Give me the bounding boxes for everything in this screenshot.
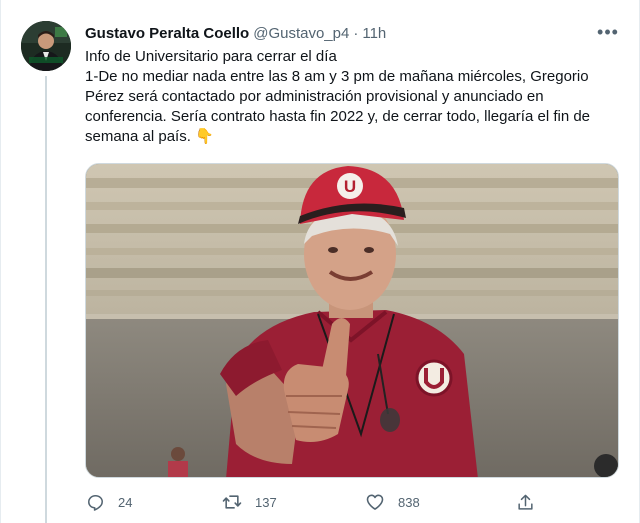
tweet-card[interactable]: Gustavo Peralta Coello @Gustavo_p4 · 11h… (0, 0, 640, 523)
author-avatar[interactable] (21, 21, 71, 71)
reply-count: 24 (118, 494, 133, 510)
tweet-text-paragraph: 1-De no mediar nada entre las 8 am y 3 p… (85, 68, 591, 145)
like-button[interactable]: 838 (365, 490, 420, 514)
pointing-down-emoji: 👇 (195, 128, 214, 145)
more-options-button[interactable]: ••• (593, 20, 623, 44)
reply-icon (85, 492, 105, 512)
tweet-header: Gustavo Peralta Coello @Gustavo_p4 · 11h (85, 23, 386, 43)
tweet-timestamp[interactable]: 11h (362, 25, 386, 42)
separator-dot: · (353, 24, 359, 42)
like-count: 838 (398, 494, 420, 510)
share-button[interactable] (515, 490, 535, 514)
retweet-icon (222, 492, 242, 512)
tweet-photo[interactable]: U (85, 163, 619, 478)
tweet-body: Info de Universitario para cerrar el día… (85, 47, 621, 147)
retweet-count: 137 (255, 494, 277, 510)
author-name[interactable]: Gustavo Peralta Coello (85, 25, 249, 42)
tweet-text-line: 1-De no mediar nada entre las 8 am y 3 p… (85, 67, 621, 147)
heart-icon (365, 492, 385, 512)
thread-connector-line (45, 76, 47, 523)
retweet-button[interactable]: 137 (222, 490, 277, 514)
share-icon (515, 492, 535, 512)
tweet-actions-bar: 24 137 838 (85, 490, 555, 514)
author-handle[interactable]: @Gustavo_p4 (253, 25, 349, 42)
avatar-image (21, 21, 71, 71)
more-horizontal-icon: ••• (597, 21, 619, 42)
reply-button[interactable]: 24 (85, 490, 132, 514)
photo-image: U (86, 164, 618, 477)
tweet-text-line: Info de Universitario para cerrar el día (85, 48, 337, 65)
cap-logo-letter: U (344, 177, 356, 196)
